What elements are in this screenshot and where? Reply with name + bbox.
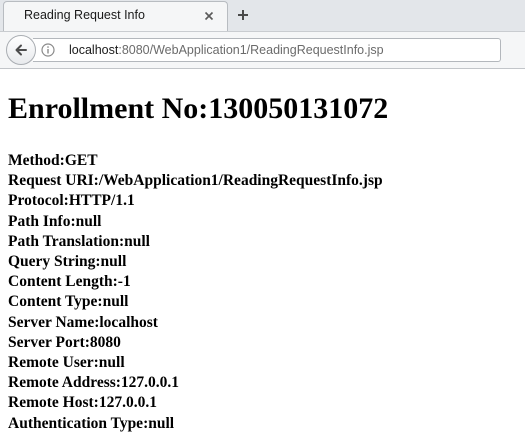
back-button[interactable] (6, 35, 36, 65)
tab-title: Reading Request Info (24, 8, 145, 22)
close-icon[interactable] (201, 8, 217, 24)
browser-tab[interactable]: Reading Request Info (3, 1, 228, 31)
url-host: localhost (69, 43, 119, 57)
request-info-line: Content Type:null (8, 293, 129, 311)
address-bar[interactable]: localhost:8080/WebApplication1/ReadingRe… (33, 38, 501, 62)
request-info-line: Request URI:/WebApplication1/ReadingRequ… (8, 172, 383, 190)
plus-icon[interactable] (232, 5, 254, 25)
request-info-line: Remote Host:127.0.0.1 (8, 394, 157, 412)
url-path: :8080/WebApplication1/ReadingRequestInfo… (118, 43, 384, 57)
request-info-line: Content Length:-1 (8, 273, 131, 291)
request-info-line: Remote User:null (8, 354, 125, 372)
request-info-line: Server Port:8080 (8, 333, 121, 351)
info-icon[interactable] (41, 43, 55, 57)
request-info-line: Query String:null (8, 253, 127, 271)
request-info-line: Authentication Type:null (8, 414, 175, 432)
page-heading: Enrollment No:130050131072 (8, 92, 389, 125)
request-info-line: Protocol:HTTP/1.1 (8, 192, 135, 210)
request-info-line: Server Name:localhost (8, 313, 158, 331)
request-info-line: Method:GET (8, 152, 98, 169)
url-text: localhost:8080/WebApplication1/ReadingRe… (69, 43, 384, 57)
request-info-list: Method:GET Request URI:/WebApplication1/R… (8, 151, 518, 434)
page-content: Enrollment No:130050131072 Method:GET Req… (8, 89, 518, 434)
request-info-line: Path Info:null (8, 212, 102, 230)
request-info-line: Path Translation:null (8, 232, 150, 250)
request-info-line: Remote Address:127.0.0.1 (8, 374, 180, 392)
back-arrow-icon (15, 44, 27, 56)
navigation-bar: localhost:8080/WebApplication1/ReadingRe… (0, 31, 525, 69)
tab-strip: Reading Request Info (0, 0, 525, 31)
